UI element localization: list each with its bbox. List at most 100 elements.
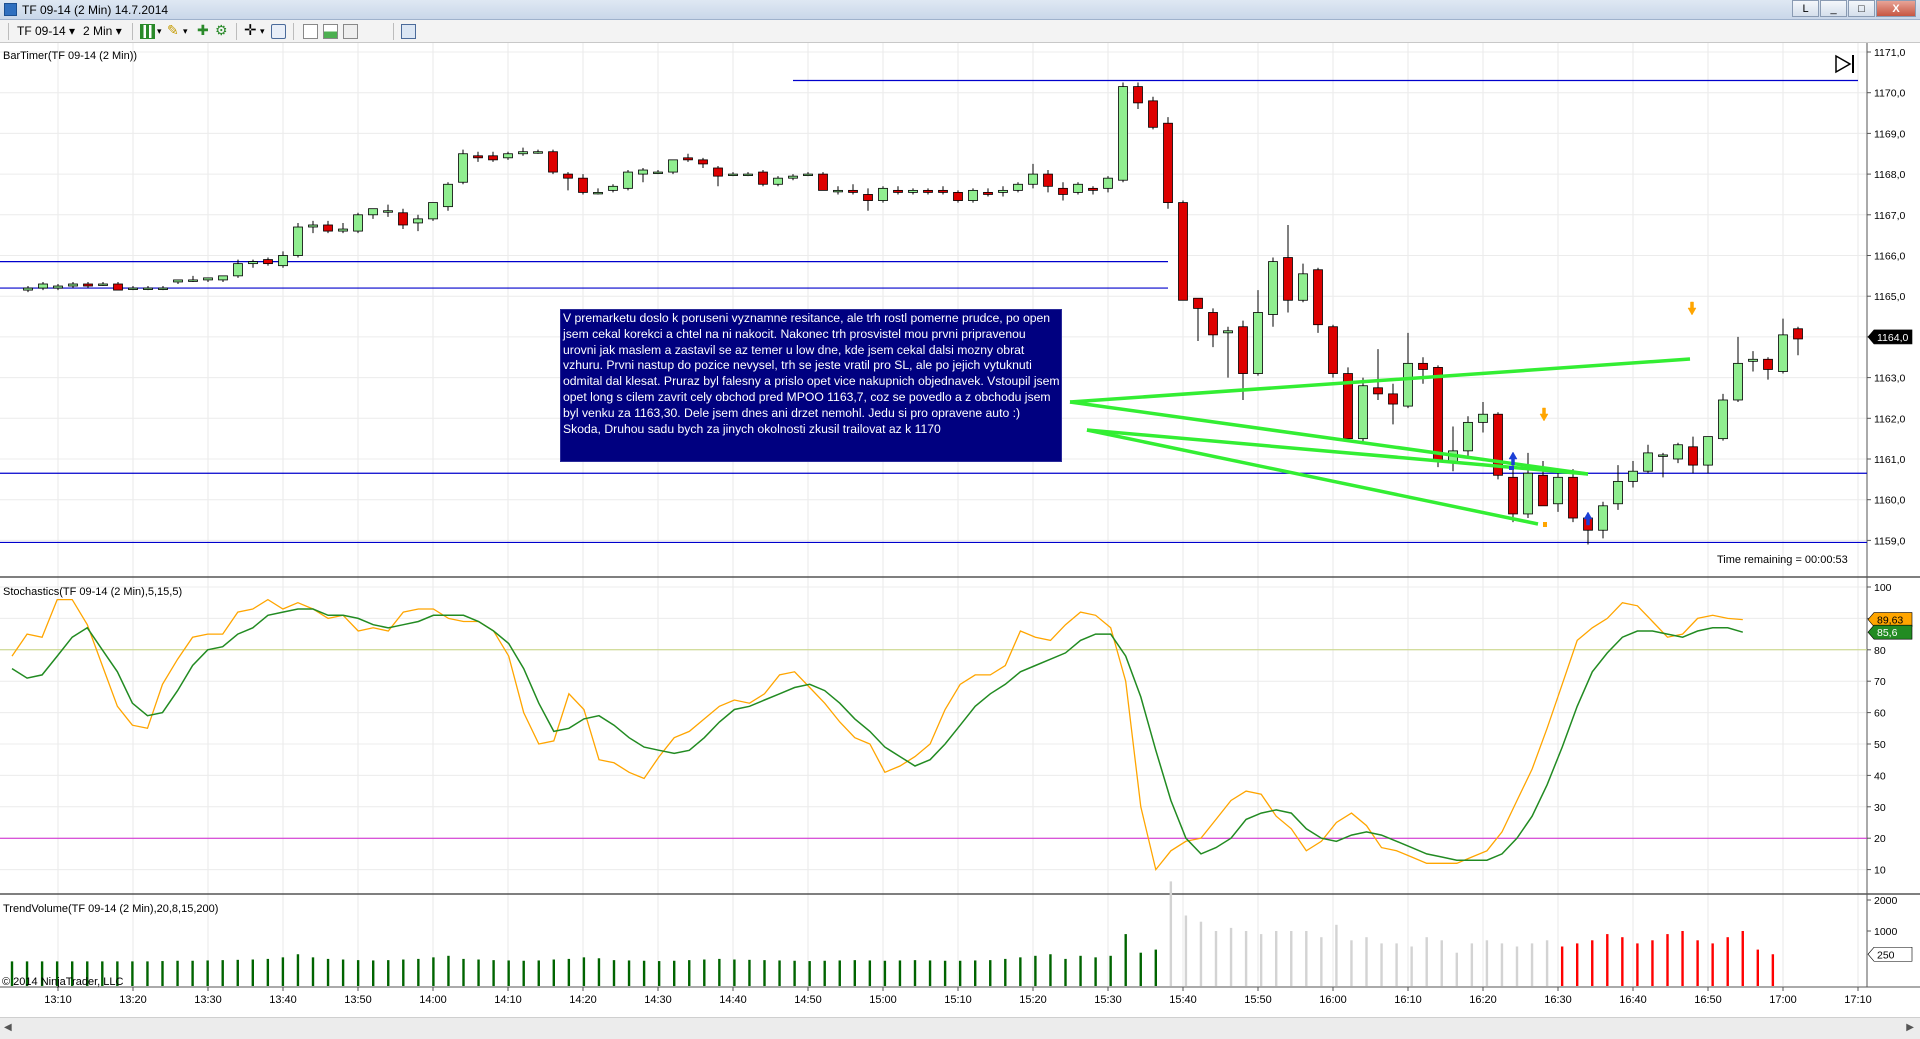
price-tick-label: 1171,0: [1874, 47, 1905, 59]
volume-bar: [1244, 931, 1248, 986]
candle: [1013, 182, 1023, 193]
volume-bar: [1681, 931, 1684, 986]
pencil-icon[interactable]: ✎: [167, 22, 182, 38]
candle: [413, 214, 423, 232]
volume-tick-label: 2000: [1874, 895, 1898, 907]
candle: [443, 182, 453, 211]
volume-bar: [688, 960, 691, 986]
volume-bar: [507, 960, 510, 986]
minimize-button[interactable]: _: [1820, 0, 1847, 17]
data-box-icon[interactable]: [323, 24, 338, 39]
candle-body: [1193, 297, 1203, 309]
candle-body: [638, 169, 648, 175]
instrument-selector[interactable]: TF 09-14 ▾: [17, 24, 75, 38]
exit-marker: [1543, 522, 1547, 527]
candle-body: [908, 189, 918, 193]
properties-icon[interactable]: [303, 24, 318, 39]
volume-bar: [1425, 937, 1428, 986]
volume-bar: [974, 960, 977, 986]
volume-bar: [372, 960, 375, 986]
candle: [98, 281, 108, 287]
candle-body: [743, 173, 753, 177]
toolbar-separator: [236, 23, 237, 40]
candle: [1313, 267, 1323, 333]
zoom-icon[interactable]: [271, 24, 286, 39]
candle: [1598, 501, 1608, 539]
price-tick-label: 1169,0: [1874, 128, 1905, 140]
candle: [1643, 444, 1653, 474]
current-price-badge: 1164,0: [1867, 329, 1913, 345]
candle-body: [398, 212, 408, 226]
volume-bar: [657, 961, 661, 986]
interval-selector[interactable]: 2 Min ▾: [83, 24, 122, 38]
chart-toolbar: TF 09-14 ▾ 2 Min ▾ ▾ ✎ ▾ ✚ ⚙ ✛ ▾: [0, 20, 1920, 43]
volume-bar: [823, 960, 826, 986]
chevron-down-icon[interactable]: ▾: [157, 26, 162, 37]
candle-body: [998, 189, 1008, 193]
candle: [503, 151, 513, 160]
candle-body: [833, 189, 843, 193]
candle-body: [428, 202, 438, 220]
volume-bar: [1636, 943, 1639, 986]
candle-body: [113, 283, 123, 291]
title-bar: TF 09-14 (2 Min) 14.7.2014 L _ □ X: [0, 0, 1920, 20]
candle: [218, 275, 228, 282]
candle-body: [1568, 476, 1578, 519]
scroll-right-icon[interactable]: ▶: [1906, 1022, 1914, 1033]
candle-body: [1613, 480, 1623, 505]
candle-body: [623, 171, 633, 189]
horizontal-scrollbar[interactable]: ◀ ▶: [0, 1017, 1920, 1039]
bar-chart-icon[interactable]: [140, 24, 155, 39]
candle-body: [233, 263, 243, 277]
volume-bar: [1395, 943, 1398, 986]
window-link-icon[interactable]: [343, 24, 358, 39]
volume-bar: [1079, 955, 1082, 986]
close-button[interactable]: X: [1876, 0, 1916, 17]
candle-body: [413, 218, 423, 224]
stoch-k-badge: 89,63: [1867, 612, 1913, 627]
volume-bar: [748, 959, 751, 986]
volume-bar: [131, 961, 134, 986]
strategy-icon[interactable]: ⚙: [215, 22, 230, 38]
window-controls: L _ □ X: [1791, 0, 1916, 18]
crosshair-icon[interactable]: ✛: [244, 21, 259, 39]
candle-body: [158, 287, 168, 290]
volume-bar: [1139, 952, 1142, 986]
price-panel-label: BarTimer(TF 09-14 (2 Min)): [3, 50, 138, 62]
candle: [1343, 367, 1353, 441]
candle-body: [278, 255, 288, 267]
candle-body: [968, 189, 978, 201]
chart-area[interactable]: 1171,0 1170,0 1169,0 1168,0 1167,0 1166,0 1165…: [0, 43, 1920, 1006]
add-indicator-icon[interactable]: ✚: [197, 22, 212, 38]
candle: [1148, 96, 1158, 130]
volume-bar: [1711, 943, 1714, 986]
volume-value-badge: 250: [1867, 946, 1913, 962]
candle: [1523, 452, 1533, 519]
candle-body: [1058, 187, 1068, 195]
candle-body: [458, 153, 468, 183]
volume-bar: [281, 957, 285, 986]
candle-body: [1748, 358, 1758, 362]
chevron-down-icon[interactable]: ▾: [183, 26, 188, 37]
trade-annotation-text[interactable]: V premarketu doslo k poruseni vyznamne r…: [560, 309, 1062, 462]
candle: [188, 275, 198, 282]
app-icon: [4, 3, 17, 16]
volume-bar: [763, 960, 766, 986]
volume-bar: [868, 960, 872, 986]
trend-line: [1069, 400, 1589, 476]
scroll-left-icon[interactable]: ◀: [4, 1022, 12, 1033]
volume-bar: [1410, 946, 1413, 986]
candle: [518, 147, 528, 156]
candle: [1133, 82, 1143, 109]
chevron-down-icon[interactable]: ▾: [260, 26, 265, 37]
volume-bar: [1576, 943, 1579, 986]
candle-body: [353, 214, 363, 232]
price-tick-label: 1165,0: [1874, 291, 1905, 303]
workspace-button[interactable]: L: [1792, 0, 1819, 17]
candle-body: [1763, 358, 1773, 370]
chart-trader-icon[interactable]: [401, 24, 416, 39]
chart-canvas[interactable]: 1171,0 1170,0 1169,0 1168,0 1167,0 1166,0 1165…: [0, 43, 1920, 1006]
candle-body: [1103, 177, 1113, 189]
maximize-button[interactable]: □: [1848, 0, 1875, 17]
candle: [1553, 469, 1563, 512]
